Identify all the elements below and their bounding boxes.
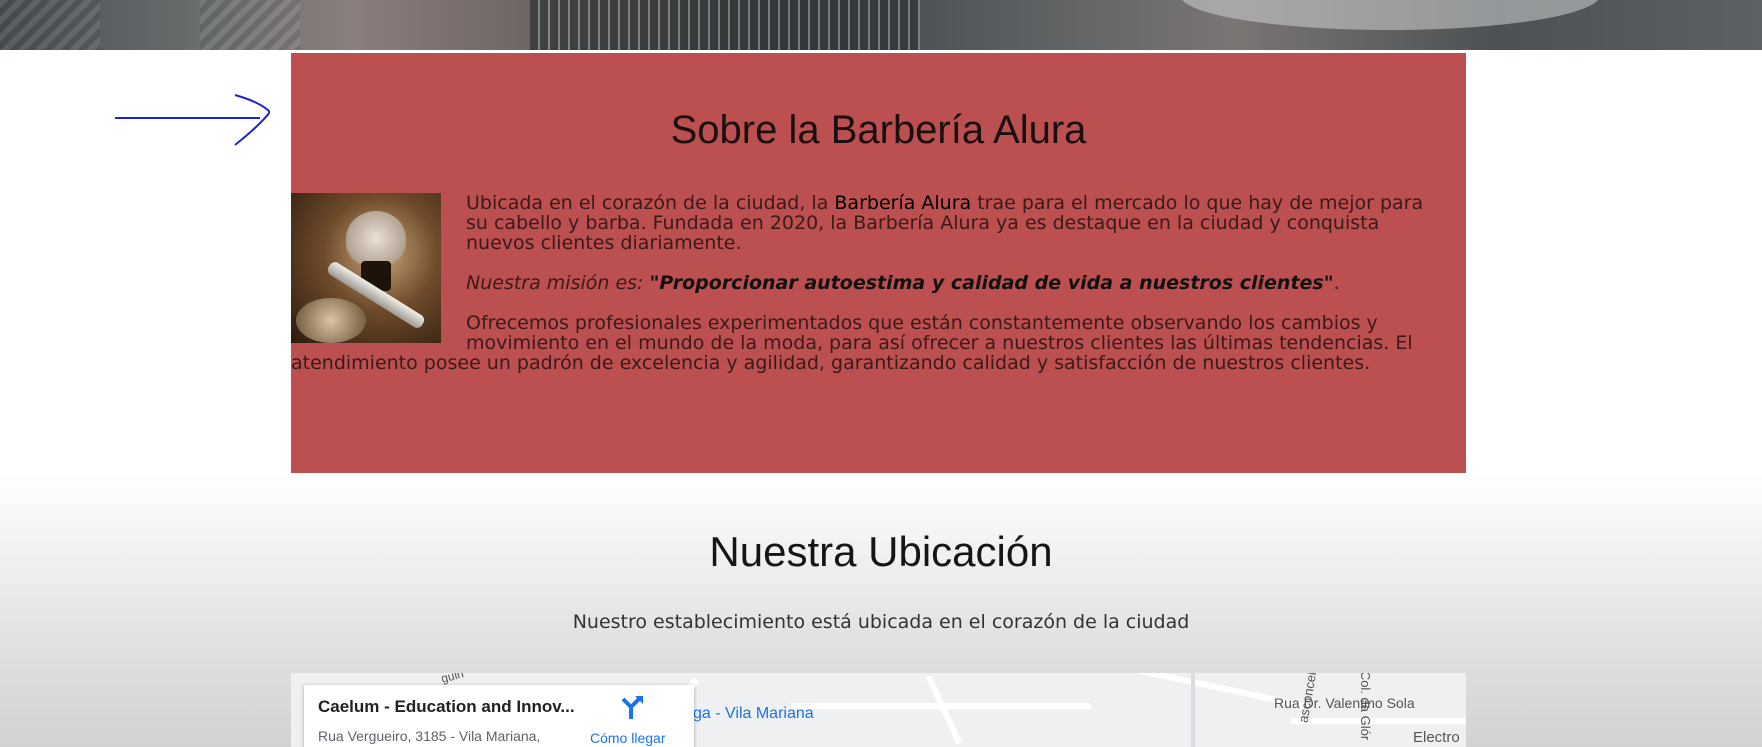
about-title: Sobre la Barbería Alura [670,108,1087,152]
map-road [1191,673,1195,747]
embedded-map[interactable]: ga - Vila Mariana asconcelos Col. da Gló… [291,673,1466,747]
map-road [1291,718,1466,724]
map-place-card[interactable]: Caelum - Education and Innov... Rua Verg… [304,685,694,747]
directions-icon[interactable] [619,693,647,721]
map-area-label: ga - Vila Mariana [693,705,814,722]
mission-quote: "Proporcionar autoestima y calidad de vi… [649,272,1334,294]
arrow-annotation-icon [115,94,270,146]
location-title: Nuestra Ubicación [709,528,1053,575]
about-section: Sobre la Barbería Alura Ubicada en el co… [291,53,1466,473]
map-street-label: guin [439,673,466,686]
map-road [925,675,963,745]
brand-name: Barbería Alura [834,192,972,214]
map-street-label: Electro [1413,729,1460,746]
hero-image-strip [0,0,1762,50]
map-street-label: Rua Dr. Valentino Sola [1274,695,1415,711]
place-address: Rua Vergueiro, 3185 - Vila Mariana, [318,728,541,744]
location-subtitle: Nuestro establecimiento está ubicada en … [572,611,1190,633]
chair-seat [1180,0,1600,30]
directions-link[interactable]: Cómo llegar [590,730,665,746]
floor-tile [0,0,100,50]
place-name[interactable]: Caelum - Education and Innov... [318,697,575,717]
location-section: Nuestra Ubicación Nuestro establecimient… [0,473,1762,747]
barber-chair [530,0,920,50]
floor-tile [200,0,300,50]
about-text: Ubicada en el corazón de la ciudad, la B… [291,193,1451,393]
